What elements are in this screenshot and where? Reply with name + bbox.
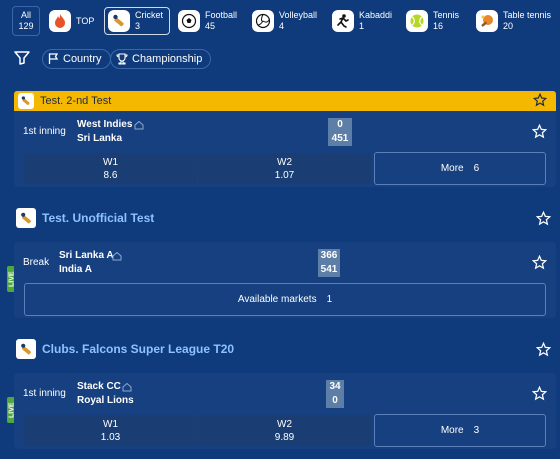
filter-icon[interactable] — [14, 50, 30, 66]
cricket-icon — [18, 93, 34, 109]
team-2-score: 451 — [328, 132, 352, 146]
team-1-name: Sri Lanka A — [59, 250, 114, 261]
tennis-icon — [406, 10, 428, 32]
sport-kabaddi[interactable]: Kabaddi 1 — [332, 7, 400, 35]
match-card-2[interactable]: Break Sri Lanka A India A 366 541 Availa… — [14, 242, 556, 318]
available-markets-count: 1 — [326, 294, 333, 305]
favorite-star-icon[interactable] — [535, 210, 551, 226]
sport-cricket-count: 3 — [135, 21, 141, 31]
more-count: 6 — [473, 163, 480, 174]
stadium-icon — [121, 381, 132, 392]
flame-icon — [49, 10, 71, 32]
odd-w1-label: W1 — [103, 157, 118, 168]
match-status: Break — [23, 257, 50, 268]
sport-top-label: TOP — [76, 15, 95, 26]
odd-w2-value: 1.07 — [274, 170, 295, 181]
match-status: 1st inning — [23, 388, 66, 399]
league-title-3: Clubs. Falcons Super League T20 — [42, 342, 235, 356]
country-filter-button[interactable]: Country — [42, 49, 111, 69]
sport-all-count: 129 — [18, 21, 34, 31]
sport-all[interactable]: All 129 — [12, 6, 40, 36]
league-title-2: Test. Unofficial Test — [42, 211, 155, 225]
championship-filter-label: Championship — [132, 53, 203, 65]
more-markets-button[interactable]: More 3 — [374, 414, 546, 447]
more-label: More — [440, 163, 464, 174]
sport-volleyball[interactable]: Volleyball 4 — [252, 7, 326, 35]
sport-kabaddi-label: Kabaddi — [359, 10, 393, 20]
stadium-icon — [133, 119, 144, 130]
league-header-2[interactable]: Test. Unofficial Test — [16, 207, 154, 229]
sport-all-label: All — [20, 10, 31, 20]
sport-volleyball-count: 4 — [279, 21, 285, 31]
sport-tennis-count: 16 — [433, 21, 444, 31]
odd-w1[interactable]: W1 8.6 — [24, 153, 197, 184]
odd-w2-value: 9.89 — [274, 432, 295, 443]
table-tennis-icon — [476, 10, 498, 32]
team-2-score: 0 — [326, 394, 344, 408]
favorite-star-icon[interactable] — [531, 385, 547, 401]
sport-football[interactable]: Football 45 — [178, 7, 246, 35]
cricket-icon — [16, 339, 36, 359]
more-label: More — [440, 425, 464, 436]
football-icon — [178, 10, 200, 32]
available-markets-button[interactable]: Available markets 1 — [24, 283, 546, 316]
team-2-score: 541 — [318, 263, 340, 277]
sport-cricket-label: Cricket — [135, 10, 164, 20]
odd-w2[interactable]: W2 1.07 — [198, 153, 371, 184]
volleyball-icon — [252, 10, 274, 32]
odd-w1[interactable]: W1 1.03 — [24, 415, 197, 446]
cricket-icon — [16, 208, 36, 228]
team-1-score: 34 — [326, 380, 344, 394]
more-count: 3 — [473, 425, 480, 436]
more-markets-button[interactable]: More 6 — [374, 152, 546, 185]
team-2-name: Sri Lanka — [77, 133, 123, 144]
country-filter-label: Country — [63, 53, 102, 65]
sport-table-tennis[interactable]: Table tennis 20 — [476, 7, 556, 35]
team-1-name: West Indies — [77, 119, 133, 130]
favorite-star-icon[interactable] — [535, 341, 551, 357]
team-2-name: Royal Lions — [77, 395, 134, 406]
league-header-3[interactable]: Clubs. Falcons Super League T20 — [16, 338, 234, 360]
trophy-icon — [116, 53, 128, 65]
team-1-score: 366 — [318, 249, 340, 263]
sport-table-tennis-label: Table tennis — [503, 10, 552, 20]
available-markets-label: Available markets — [237, 294, 317, 305]
favorite-star-icon[interactable] — [531, 123, 547, 139]
sport-tennis-label: Tennis — [433, 10, 460, 20]
favorite-star-icon[interactable] — [531, 254, 547, 270]
odd-w1-label: W1 — [103, 419, 118, 430]
sport-table-tennis-count: 20 — [503, 21, 514, 31]
match-status: 1st inning — [23, 126, 66, 137]
team-1-name: Stack CC — [77, 381, 121, 392]
sport-volleyball-label: Volleyball — [279, 10, 318, 20]
sport-football-label: Football — [205, 10, 238, 20]
sport-tennis[interactable]: Tennis 16 — [406, 7, 468, 35]
team-2-name: India A — [59, 264, 92, 275]
sport-cricket[interactable]: Cricket 3 — [104, 7, 170, 35]
team-1-score: 0 — [328, 118, 352, 132]
favorite-star-icon[interactable] — [533, 93, 547, 107]
sport-top[interactable]: TOP — [46, 7, 98, 35]
odd-w2[interactable]: W2 9.89 — [198, 415, 371, 446]
odd-w2-label: W2 — [277, 157, 292, 168]
league-header-1[interactable]: Test. 2-nd Test — [14, 91, 556, 111]
sport-football-count: 45 — [205, 21, 216, 31]
odd-w2-label: W2 — [277, 419, 292, 430]
match-card-1[interactable]: 1st inning West Indies Sri Lanka 0 451 W… — [14, 111, 556, 187]
match-card-3[interactable]: 1st inning Stack CC Royal Lions 34 0 W1 … — [14, 373, 556, 449]
odd-w1-value: 8.6 — [103, 170, 118, 181]
sport-kabaddi-count: 1 — [359, 21, 365, 31]
league-title-1: Test. 2-nd Test — [40, 95, 112, 107]
kabaddi-icon — [332, 10, 354, 32]
championship-filter-button[interactable]: Championship — [110, 49, 212, 69]
flag-icon — [48, 53, 59, 65]
odd-w1-value: 1.03 — [100, 432, 121, 443]
stadium-icon — [111, 250, 122, 261]
cricket-icon — [108, 10, 130, 32]
